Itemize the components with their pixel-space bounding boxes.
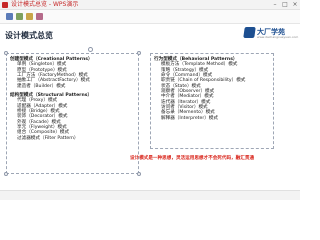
maximize-icon[interactable]: □ (281, 1, 289, 9)
list-item: 过滤器模式（Filter Pattern） (17, 135, 79, 141)
minimize-icon[interactable]: – (271, 1, 279, 9)
right-tree: 行为型模式（Behavioral Patterns） 模板方法（Template… (154, 57, 245, 121)
summary-note: 设计模式是一种思想，灵活运用思想才不会死代码，融汇贯通 (130, 156, 255, 161)
undo-icon[interactable] (6, 13, 13, 20)
resize-handle[interactable] (137, 51, 141, 55)
resize-handle[interactable] (137, 172, 141, 176)
list-item: 职责链（Chain of Responsibility）模式 (161, 78, 246, 84)
format-icon[interactable] (26, 13, 33, 20)
redo-icon[interactable] (16, 13, 23, 20)
resize-handle[interactable] (4, 172, 8, 176)
wps-logo-icon (2, 2, 8, 8)
left-tree: 创建型模式（Creational Patterns） 单例（Singleton）… (10, 57, 93, 141)
list-item: 抽象工厂（AbstractFactory）模式 (17, 78, 90, 84)
rotate-handle-icon[interactable] (88, 47, 93, 52)
page-title: 设计模式总览 (5, 31, 53, 40)
list-item: 解释器（Interpreter）模式 (161, 115, 218, 121)
brand-url: www.dachangxueyuan.com (257, 35, 299, 39)
window-title: 设计模式总览 - WPS演示 (11, 1, 79, 8)
resize-handle[interactable] (4, 51, 8, 55)
list-item: 模板方法（Template Method）模式 (161, 62, 238, 68)
title-bar: 设计模式总览 - WPS演示 – □ × (0, 0, 300, 10)
close-icon[interactable]: × (291, 1, 299, 9)
insert-icon[interactable] (36, 13, 43, 20)
brand-logo-icon (243, 27, 256, 38)
status-bar (0, 190, 300, 200)
ribbon-toolbar (0, 10, 300, 24)
